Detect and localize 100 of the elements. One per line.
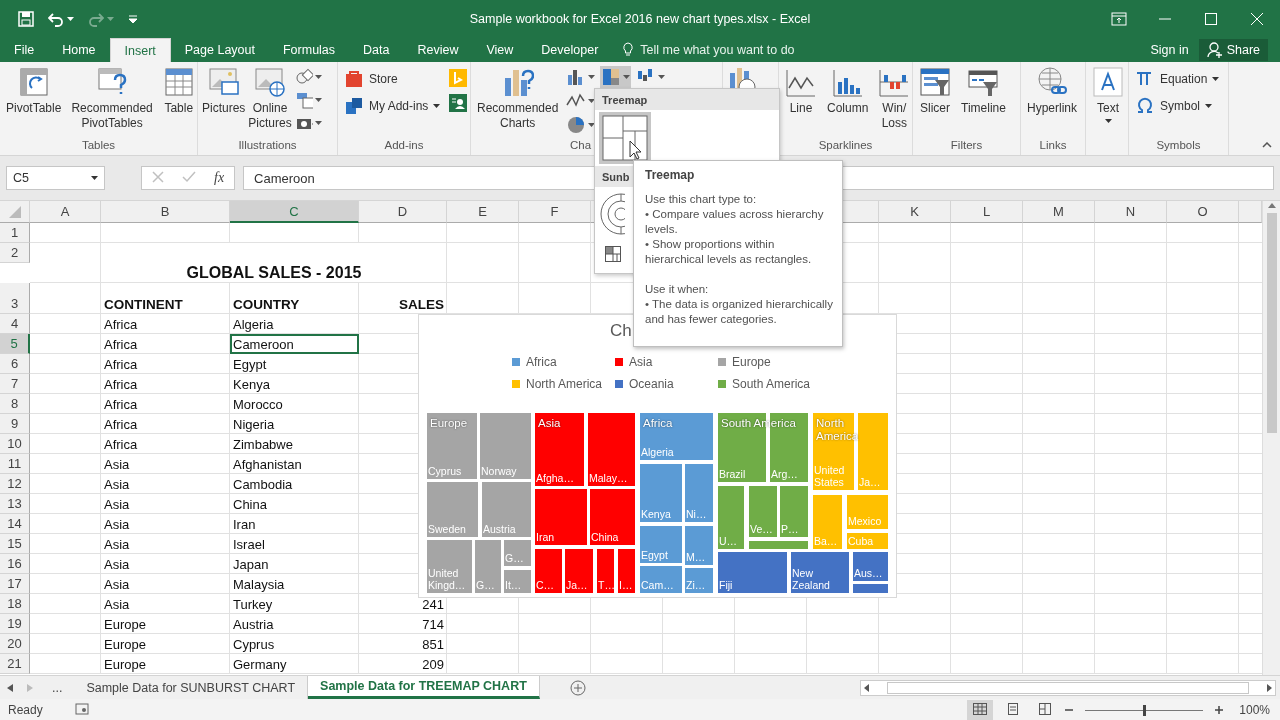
legend-label: Asia [629,355,653,369]
continent-text: Asia [104,497,130,512]
tile-label: Ja… [859,476,882,488]
sales-value: 241 [422,597,444,612]
group-label: Tables [81,139,116,151]
tile-label: Egypt [641,549,669,561]
country-text: Kenya [233,377,270,392]
tile-label: China [591,531,620,543]
group-label: Sparklines [818,139,873,151]
tile-label: Mexico [848,515,883,527]
country-text: Iran [233,517,256,532]
tile-label: G… [476,579,496,591]
window-title: Sample workbook for Excel 2016 new chart types.xlsx - Excel [469,12,811,26]
country-text: China [233,497,267,512]
country-text: Austria [233,617,274,632]
tooltip-text: Use this chart type to: [645,192,758,207]
tile-label: Afgha… [536,472,575,484]
tooltip-text: • Show proportions within hierarchical levels as rectangles. [645,237,813,267]
country-text: Turkey [233,597,273,612]
continent-text: Asia [104,477,130,492]
group-label: Add-ins [384,139,424,151]
country-text: Israel [233,537,265,552]
continent-text: Asia [104,537,130,552]
continent-text: Africa [104,417,138,432]
column-heading: CONTINENT [104,297,183,312]
menu-section-title: Sunb [602,170,630,183]
group-label: Links [1039,139,1067,151]
country-text: Cambodia [233,477,293,492]
sheet-title: GLOBAL SALES - 2015 [186,264,362,282]
tile-label: Sweden [428,523,467,535]
tile-label: M… [686,551,707,563]
tile-label: Cuba [848,535,875,547]
legend-label: Africa [526,355,557,369]
legend-label: North America [526,377,603,391]
column-heading: SALES [399,297,444,312]
country-text: Cyprus [233,637,275,652]
column-heading: COUNTRY [233,297,300,312]
continent-text: Asia [104,597,130,612]
tooltip-title: Treemap [645,168,696,183]
tile-label: T… [598,579,615,591]
continent-text: Africa [104,337,138,352]
chart-title: Ch [610,321,632,341]
tooltip-text: • Compare values across hierarchy levels. [645,207,825,237]
continent-text: Africa [104,377,138,392]
tile-label: I… [619,579,634,591]
legend-label: South America [732,377,811,391]
legend-label: Europe [732,355,771,369]
tile-label: Algeria [641,446,675,458]
sales-value: 851 [422,637,444,652]
country-text: Morocco [233,397,283,412]
country-text: Japan [233,557,269,572]
tile-label: United States [814,464,846,488]
continent-text: Africa [104,437,138,452]
tile-label: U… [719,535,739,547]
tile-label: Zi… [686,579,707,591]
tile-label: G… [505,552,525,564]
continent-text: Asia [104,457,130,472]
continent-text: Asia [104,517,130,532]
tile-label: Norway [481,465,518,477]
tile-label: Brazil [719,468,747,480]
tile-label: Iran [536,531,556,543]
group-label: Africa [642,416,674,431]
group-label: Cha [570,139,592,151]
country-text: Cameroon [233,337,294,352]
tile-label: Ni… [686,508,708,520]
group-label: Europe [429,416,469,431]
continent-text: Europe [104,637,146,652]
tile-label: Kenya [641,508,672,520]
continent-text: Africa [104,317,138,332]
tile-label: Fiji [719,579,734,591]
country-text: Egypt [233,357,267,372]
tile-label: Ba… [814,535,839,547]
legend-label: Oceania [629,377,674,391]
country-text: Afghanistan [233,457,302,472]
tile-label: It… [505,579,523,591]
tile-label: Ja… [566,579,589,591]
tile-label: Arg… [771,468,799,480]
continent-text: Africa [104,357,138,372]
country-text: Nigeria [233,417,275,432]
continent-text: Africa [104,397,138,412]
tile-label: United Kingd… [428,567,467,591]
tile-label: Austria [483,523,517,535]
menu-section-title: Treemap [602,93,648,106]
country-text: Zimbabwe [233,437,293,452]
continent-text: Europe [104,657,146,672]
country-text: Algeria [233,317,274,332]
tile-label: New Zealand [792,567,831,591]
continent-text: Asia [104,577,130,592]
sales-value: 714 [422,617,444,632]
tooltip-text: • The data is organized hierarchically and has fewer categories. [645,297,834,327]
tile-label: Malay… [589,472,629,484]
tooltip-text: Use it when: [645,282,710,297]
tile-label: Cam… [641,579,675,591]
group-label: Symbols [1156,139,1201,151]
tile-label: Cyprus [428,465,463,477]
tile-label: Ve… [750,523,774,535]
continent-text: Europe [104,617,146,632]
sales-value: 209 [422,657,444,672]
group-label: Illustrations [238,139,297,151]
continent-text: Asia [104,557,130,572]
